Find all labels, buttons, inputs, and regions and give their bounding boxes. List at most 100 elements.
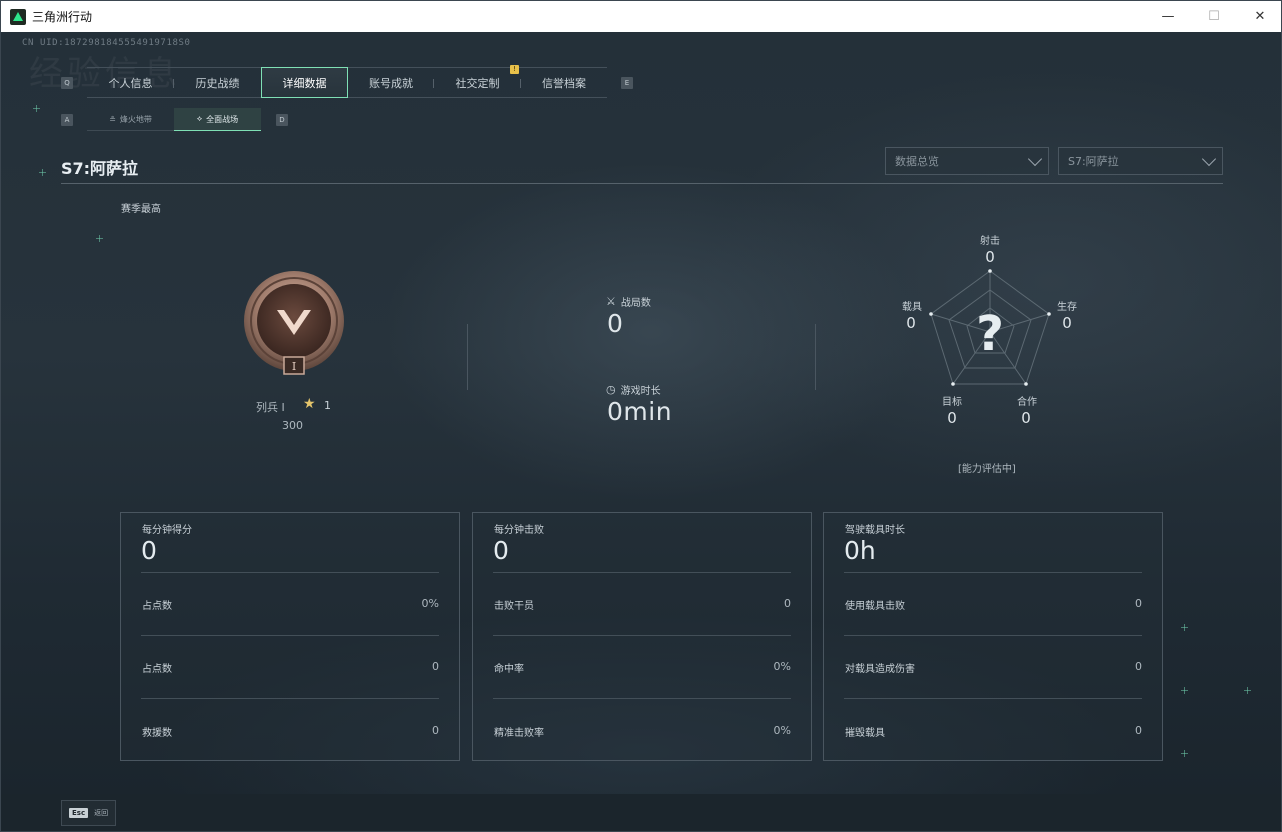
tab-warfare-mode[interactable]: ⟡ 全面战场: [174, 108, 261, 131]
mode-tab-bar: ≗ 烽火地带 ⟡ 全面战场: [87, 108, 261, 131]
next-tab-key[interactable]: E: [621, 77, 633, 89]
title-bar: 三角洲行动 — ☐ ✕: [1, 1, 1281, 32]
matches-label-text: 战局数: [620, 298, 651, 309]
playtime-label-text: 游戏时长: [620, 386, 661, 397]
dropdown-value: 数据总览: [895, 155, 939, 168]
divider: [493, 698, 791, 699]
radar-label-cooperation: 合作: [1017, 397, 1037, 408]
rank-star-count: 1: [324, 399, 331, 412]
card-title: 驾驶载具时长: [845, 525, 905, 536]
divider: [844, 635, 1142, 636]
flame-icon: ≗: [109, 114, 116, 124]
tab-label: 全面战场: [206, 114, 239, 124]
divider: [493, 635, 791, 636]
back-label: 返回: [94, 809, 109, 817]
back-button[interactable]: Esc 返回: [61, 800, 116, 826]
divider: [493, 572, 791, 573]
radar-label-survival: 生存: [1057, 302, 1077, 313]
prev-subtab-key[interactable]: A: [61, 114, 73, 126]
divider: [141, 698, 439, 699]
hud-cross-icon: [1244, 687, 1251, 694]
stat-value: 0%: [421, 597, 439, 610]
vertical-divider: [815, 324, 816, 390]
radar-value-objective: 0: [947, 409, 957, 427]
divider: [141, 635, 439, 636]
main-tab-bar: 个人信息 历史战绩 详细数据 账号成就 社交定制 信誉档案: [87, 67, 607, 98]
divider: [844, 698, 1142, 699]
star-icon: ★: [303, 396, 316, 412]
prev-tab-key[interactable]: Q: [61, 77, 73, 89]
crossed-swords-icon: ⚔: [606, 295, 616, 308]
card-value: 0h: [844, 536, 876, 565]
clock-icon: ◷: [606, 383, 616, 396]
hud-cross-icon: [96, 235, 103, 242]
card-title: 每分钟得分: [142, 525, 192, 536]
stat-label: 使用载具击败: [845, 601, 905, 612]
bottom-bar: [1, 794, 1281, 831]
app-logo-icon: [10, 8, 26, 25]
stat-label: 救援数: [142, 728, 172, 739]
stat-value: 0: [784, 597, 791, 610]
airborne-icon: ⟡: [196, 114, 203, 123]
chevron-down-icon: [1027, 151, 1043, 167]
season-best-label: 赛季最高: [121, 204, 161, 215]
tab-achievements[interactable]: 账号成就: [348, 68, 434, 98]
playtime-value: 0min: [607, 397, 673, 426]
divider: [61, 183, 1223, 184]
stat-value: 0: [1135, 724, 1142, 737]
playtime-label: ◷ 游戏时长: [606, 382, 661, 397]
season-dropdown[interactable]: S7:阿萨拉: [1058, 147, 1223, 175]
radar-status-note: [能力评估中]: [958, 464, 1016, 475]
stat-label: 占点数: [142, 601, 172, 612]
tab-credit[interactable]: 信誉档案: [521, 68, 607, 98]
stat-value: 0%: [773, 660, 791, 673]
score-card: 每分钟得分 0 占点数 0% 占点数 0 救援数 0: [120, 512, 460, 761]
kills-card: 每分钟击败 0 击败干员 0 命中率 0% 精准击败率 0%: [472, 512, 812, 761]
hud-cross-icon: [1181, 750, 1188, 757]
rank-tier-numeral: I: [292, 360, 296, 373]
tab-personal-info[interactable]: 个人信息: [87, 68, 174, 98]
card-value: 0: [493, 536, 509, 565]
stat-value: 0: [432, 660, 439, 673]
stat-value: 0: [432, 724, 439, 737]
vertical-divider: [467, 324, 468, 390]
app-window: 三角洲行动 — ☐ ✕ CN UID:1872981845554919718S0…: [0, 0, 1282, 832]
dropdown-value: S7:阿萨拉: [1068, 155, 1119, 168]
season-title: S7:阿萨拉: [61, 159, 139, 178]
stat-value: 0: [1135, 660, 1142, 673]
tab-history[interactable]: 历史战绩: [174, 68, 261, 98]
radar-label-vehicle: 载具: [902, 302, 922, 313]
maximize-button[interactable]: ☐: [1191, 1, 1237, 32]
card-title: 每分钟击败: [494, 525, 544, 536]
hud-cross-icon: [1181, 624, 1188, 631]
radar-label-shooting: 射击: [980, 236, 1000, 247]
unknown-question-icon: ?: [976, 306, 1004, 362]
rank-name: 列兵 I: [256, 401, 285, 414]
radar-label-objective: 目标: [942, 397, 962, 408]
tab-label: 烽火地带: [119, 114, 152, 124]
stat-label: 摧毁载具: [845, 728, 885, 739]
stat-value: 0: [1135, 597, 1142, 610]
tab-operations-mode[interactable]: ≗ 烽火地带: [87, 108, 174, 131]
stat-value: 0%: [773, 724, 791, 737]
chevron-down-icon: [1201, 151, 1217, 167]
minimize-button[interactable]: —: [1145, 1, 1191, 32]
stat-label: 对载具造成伤害: [845, 664, 915, 675]
radar-value-cooperation: 0: [1021, 409, 1031, 427]
tab-detailed-data[interactable]: 详细数据: [261, 67, 348, 98]
hud-cross-icon: [33, 105, 40, 112]
hud-cross-icon: [39, 169, 46, 176]
matches-value: 0: [607, 309, 624, 338]
vehicle-card: 驾驶载具时长 0h 使用载具击败 0 对载具造成伤害 0 摧毁载具 0: [823, 512, 1163, 761]
radar-value-shooting: 0: [985, 248, 995, 266]
window-title: 三角洲行动: [32, 10, 93, 24]
matches-label: ⚔ 战局数: [606, 294, 651, 309]
rank-badge-icon: I: [244, 271, 344, 375]
stat-label: 命中率: [494, 664, 524, 675]
next-subtab-key[interactable]: D: [276, 114, 288, 126]
close-button[interactable]: ✕: [1237, 1, 1281, 32]
divider: [844, 572, 1142, 573]
scope-dropdown[interactable]: 数据总览: [885, 147, 1049, 175]
radar-value-vehicle: 0: [906, 314, 916, 332]
tab-social[interactable]: 社交定制: [434, 68, 521, 98]
